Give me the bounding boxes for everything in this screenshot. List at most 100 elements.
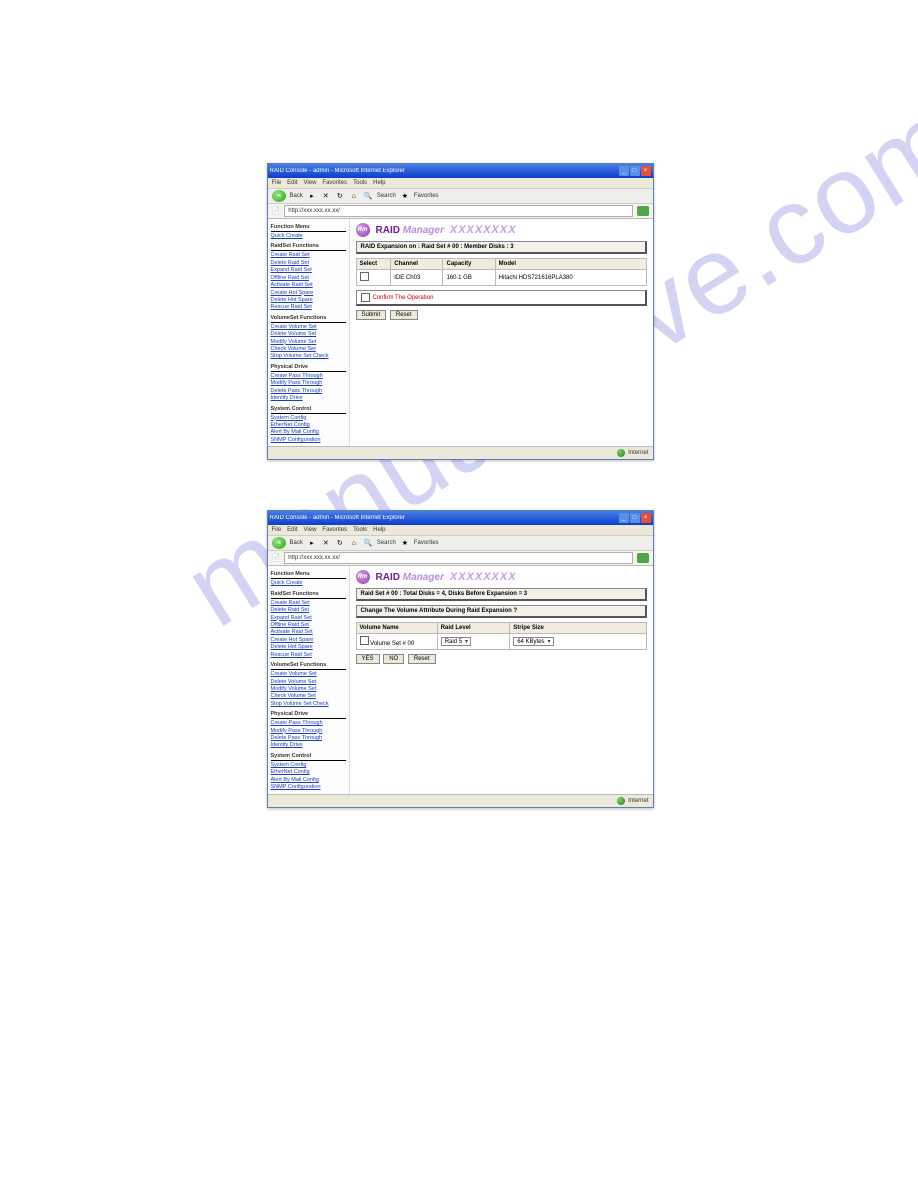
sidebar-link[interactable]: Check Volume Set: [271, 346, 346, 353]
sidebar-link[interactable]: Create Volume Set: [271, 671, 346, 678]
sidebar-link[interactable]: EtherNet Config: [271, 422, 346, 429]
menu-help[interactable]: Help: [373, 180, 385, 186]
sidebar-link[interactable]: Modify Pass Through: [271, 728, 346, 735]
sidebar-link[interactable]: Create Pass Through: [271, 720, 346, 727]
close-icon[interactable]: ×: [641, 513, 651, 523]
sidebar-link[interactable]: Offline Raid Set: [271, 622, 346, 629]
reset-button[interactable]: Reset: [408, 654, 436, 664]
forward-icon[interactable]: ▸: [307, 191, 317, 201]
sidebar-link[interactable]: Quick Create: [271, 233, 346, 240]
sidebar-link[interactable]: Delete Pass Through: [271, 735, 346, 742]
no-button[interactable]: NO: [383, 654, 404, 664]
address-input[interactable]: http://xxx.xxx.xx.xx/: [284, 205, 632, 217]
home-icon[interactable]: ⌂: [349, 538, 359, 548]
sidebar-link[interactable]: Stop Volume Set Check: [271, 353, 346, 360]
sidebar-link[interactable]: Activate Raid Set: [271, 282, 346, 289]
menu-view[interactable]: View: [304, 180, 317, 186]
maximize-icon[interactable]: □: [630, 166, 640, 176]
sidebar-link[interactable]: Modify Pass Through: [271, 380, 346, 387]
sidebar-link[interactable]: Rescue Raid Set: [271, 652, 346, 659]
reset-button[interactable]: Reset: [390, 310, 418, 320]
submit-button[interactable]: Submit: [356, 310, 387, 320]
favorites-label[interactable]: Favorites: [414, 193, 439, 199]
favorites-icon[interactable]: ★: [400, 538, 410, 548]
sidebar-link[interactable]: Create Raid Set: [271, 600, 346, 607]
browser-window-2: RAID Console - admin - Microsoft Interne…: [267, 510, 654, 807]
sidebar-link[interactable]: Delete Pass Through: [271, 388, 346, 395]
sidebar-link[interactable]: Identify Drive: [271, 395, 346, 402]
sidebar-link[interactable]: Create Pass Through: [271, 373, 346, 380]
sidebar-link[interactable]: Create Hot Spare: [271, 637, 346, 644]
menu-tools[interactable]: Tools: [353, 527, 367, 533]
minimize-icon[interactable]: _: [619, 513, 629, 523]
sidebar-link[interactable]: Offline Raid Set: [271, 275, 346, 282]
refresh-icon[interactable]: ↻: [335, 538, 345, 548]
back-label[interactable]: Back: [290, 193, 303, 199]
sidebar-link[interactable]: Alert By Mail Config: [271, 429, 346, 436]
sidebar-link[interactable]: Expand Raid Set: [271, 267, 346, 274]
sidebar-link[interactable]: Activate Raid Set: [271, 629, 346, 636]
home-icon[interactable]: ⌂: [349, 191, 359, 201]
menu-file[interactable]: File: [272, 527, 282, 533]
sidebar-link[interactable]: Delete Raid Set: [271, 260, 346, 267]
sidebar-link[interactable]: SNMP Configuration: [271, 437, 346, 444]
sidebar-link[interactable]: SNMP Configuration: [271, 784, 346, 791]
sidebar-link[interactable]: Rescue Raid Set: [271, 304, 346, 311]
search-icon[interactable]: 🔍: [363, 538, 373, 548]
raid-level-select[interactable]: Raid 5: [441, 637, 471, 646]
panel-title: RAID Expansion on : Raid Set # 00 : Memb…: [356, 241, 647, 254]
stop-icon[interactable]: ✕: [321, 538, 331, 548]
confirm-checkbox[interactable]: [361, 293, 370, 302]
menu-favorites[interactable]: Favorites: [322, 527, 347, 533]
sidebar-link[interactable]: Expand Raid Set: [271, 615, 346, 622]
sidebar-link[interactable]: Delete Volume Set: [271, 679, 346, 686]
address-input[interactable]: http://xxx.xxx.xx.xx/: [284, 552, 632, 564]
sidebar-link[interactable]: System Config: [271, 415, 346, 422]
app-model-xs: XXXXXXXX: [450, 571, 517, 583]
th-select: Select: [356, 259, 391, 270]
back-icon[interactable]: ◄: [272, 190, 286, 202]
forward-icon[interactable]: ▸: [307, 538, 317, 548]
menu-edit[interactable]: Edit: [287, 527, 297, 533]
back-icon[interactable]: ◄: [272, 537, 286, 549]
stop-icon[interactable]: ✕: [321, 191, 331, 201]
sidebar-link[interactable]: System Config: [271, 762, 346, 769]
search-label[interactable]: Search: [377, 540, 396, 546]
sidebar-link[interactable]: Identify Drive: [271, 742, 346, 749]
menu-file[interactable]: File: [272, 180, 282, 186]
sidebar-link[interactable]: Stop Volume Set Check: [271, 701, 346, 708]
sidebar-link[interactable]: Create Hot Spare: [271, 290, 346, 297]
sidebar-link[interactable]: Create Volume Set: [271, 324, 346, 331]
close-icon[interactable]: ×: [641, 166, 651, 176]
back-label[interactable]: Back: [290, 540, 303, 546]
stripe-size-select[interactable]: 64 KBytes: [513, 637, 553, 646]
go-button[interactable]: [637, 206, 649, 216]
menu-view[interactable]: View: [304, 527, 317, 533]
sidebar-link[interactable]: Delete Raid Set: [271, 607, 346, 614]
maximize-icon[interactable]: □: [630, 513, 640, 523]
menu-edit[interactable]: Edit: [287, 180, 297, 186]
yes-button[interactable]: YES: [356, 654, 380, 664]
menu-tools[interactable]: Tools: [353, 180, 367, 186]
sidebar-link[interactable]: Alert By Mail Config: [271, 777, 346, 784]
menu-help[interactable]: Help: [373, 527, 385, 533]
sidebar-link[interactable]: Delete Volume Set: [271, 331, 346, 338]
sidebar-link[interactable]: Create Raid Set: [271, 252, 346, 259]
refresh-icon[interactable]: ↻: [335, 191, 345, 201]
search-icon[interactable]: 🔍: [363, 191, 373, 201]
go-button[interactable]: [637, 553, 649, 563]
search-label[interactable]: Search: [377, 193, 396, 199]
row-checkbox[interactable]: [360, 636, 369, 645]
minimize-icon[interactable]: _: [619, 166, 629, 176]
sidebar-link[interactable]: Delete Hot Spare: [271, 644, 346, 651]
sidebar-link[interactable]: Quick Create: [271, 580, 346, 587]
sidebar-link[interactable]: Modify Volume Set: [271, 686, 346, 693]
sidebar-link[interactable]: Delete Hot Spare: [271, 297, 346, 304]
sidebar-link[interactable]: EtherNet Config: [271, 769, 346, 776]
favorites-icon[interactable]: ★: [400, 191, 410, 201]
row-checkbox[interactable]: [360, 272, 369, 281]
sidebar-link[interactable]: Check Volume Set: [271, 693, 346, 700]
favorites-label[interactable]: Favorites: [414, 540, 439, 546]
menu-favorites[interactable]: Favorites: [322, 180, 347, 186]
sidebar-link[interactable]: Modify Volume Set: [271, 339, 346, 346]
